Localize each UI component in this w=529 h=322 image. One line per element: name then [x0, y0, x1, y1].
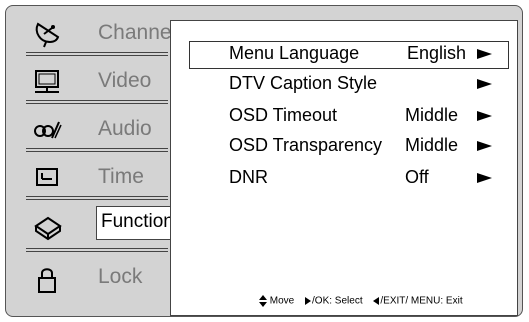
- tab-channel[interactable]: Channel: [18, 12, 176, 56]
- up-down-arrow-icon: [259, 295, 267, 307]
- tab-label: Function: [101, 211, 174, 232]
- tab-lock[interactable]: Lock: [18, 256, 168, 300]
- tab-label: Time: [98, 165, 144, 188]
- menu-item-value: Middle: [405, 105, 459, 125]
- tab-time[interactable]: Time: [18, 156, 168, 200]
- dolby-audio-icon: [32, 116, 62, 144]
- menu-item-label: DNR: [229, 167, 268, 187]
- arrow-right-icon: [477, 79, 492, 89]
- menu-item-dnr[interactable]: DNR Off: [171, 165, 517, 191]
- arrow-right-icon: [477, 173, 492, 183]
- function-settings-panel: Menu Language English DTV Caption Style …: [170, 20, 518, 316]
- clock-icon: [32, 164, 62, 192]
- tab-divider: [26, 148, 168, 152]
- menu-item-value: Off: [405, 167, 429, 187]
- menu-item-dtv-caption-style[interactable]: DTV Caption Style: [171, 71, 517, 97]
- tab-divider: [26, 52, 168, 56]
- menu-item-label: OSD Timeout: [229, 105, 338, 125]
- monitor-icon: [32, 68, 62, 96]
- menu-item-menu-language[interactable]: Menu Language English: [171, 41, 517, 69]
- tab-video[interactable]: Video: [18, 60, 168, 104]
- menu-item-osd-timeout[interactable]: OSD Timeout Middle: [171, 103, 517, 129]
- hint-select-text: /OK: Select: [312, 295, 363, 307]
- navigation-hint-bar: Move /OK: Select /EXIT/ MENU: Exit: [259, 295, 463, 307]
- menu-item-label: Menu Language: [229, 43, 360, 63]
- tab-label: Video: [98, 69, 152, 92]
- hint-move-text: Move: [269, 295, 295, 307]
- tab-audio[interactable]: Audio: [18, 108, 168, 152]
- menu-item-label: DTV Caption Style: [229, 73, 378, 93]
- arrow-right-icon: [477, 49, 492, 59]
- tab-label: Lock: [98, 265, 143, 288]
- hint-exit-text: /EXIT/ MENU: Exit: [380, 295, 463, 307]
- menu-item-label: OSD Transparency: [229, 135, 383, 155]
- satellite-dish-icon: [32, 20, 62, 48]
- menu-item-osd-transparency[interactable]: OSD Transparency Middle: [171, 133, 517, 159]
- tab-function[interactable]: Function: [18, 204, 190, 252]
- arrow-right-icon: [477, 141, 492, 151]
- tab-label: Channel: [98, 21, 177, 44]
- tab-divider: [26, 100, 168, 104]
- menu-item-value: Middle: [405, 135, 459, 155]
- padlock-icon: [32, 266, 62, 294]
- tab-divider: [26, 248, 168, 252]
- left-arrow-icon: [373, 297, 380, 305]
- tab-label: Audio: [98, 117, 152, 140]
- arrow-right-icon: [477, 111, 492, 121]
- right-arrow-icon: [305, 297, 312, 305]
- toolbox-icon: [32, 214, 62, 242]
- tab-divider: [26, 196, 168, 200]
- osd-menu-frame: Channel Video Audio Time Function Lock M…: [5, 5, 523, 317]
- menu-item-value: English: [407, 43, 467, 63]
